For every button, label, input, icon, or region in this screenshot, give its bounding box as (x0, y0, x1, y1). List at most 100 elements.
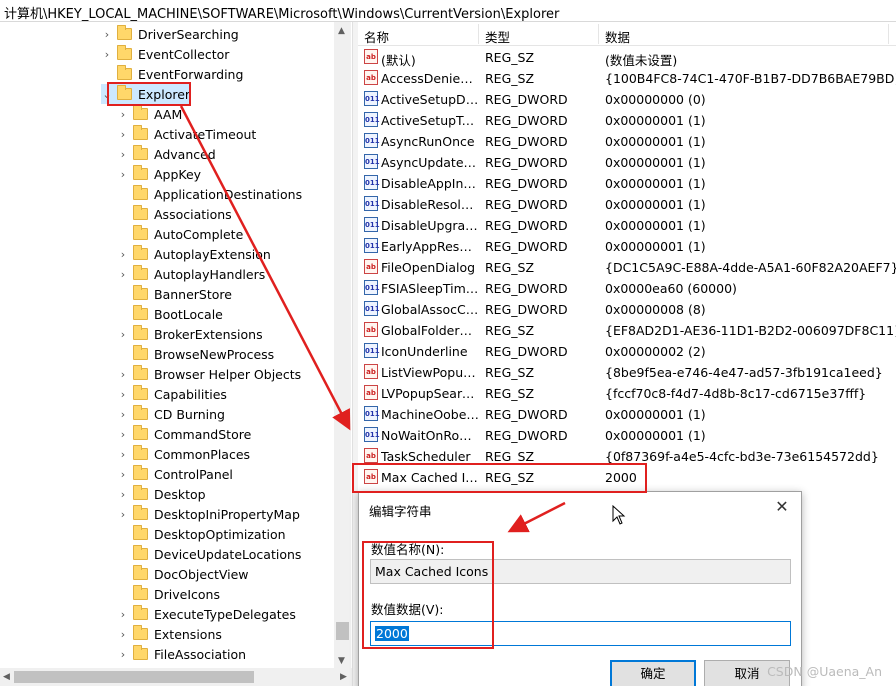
tree-item-child[interactable]: › Browser Helper Objects (117, 364, 301, 384)
table-row[interactable]: ab GlobalFolderS… REG_SZ {EF8AD2D1-AE36-11D… (358, 320, 896, 341)
table-row[interactable]: ab Max Cached Ic… REG_SZ 2000 (358, 467, 896, 488)
table-row[interactable]: ab AccessDenied… REG_SZ {100B4FC8-74C1-470F… (358, 68, 896, 89)
chevron-right-icon[interactable]: › (117, 268, 129, 281)
edit-string-dialog: 编辑字符串 ✕ 数值名称(N): Max Cached Icons 数值数据(V… (358, 491, 802, 686)
table-row[interactable]: 011 DisableUpgra… REG_DWORD 0x00000001 (1) (358, 215, 896, 236)
tree-item-child[interactable]: › AppKey (117, 164, 201, 184)
table-row[interactable]: ab (默认) REG_SZ (数值未设置) (358, 47, 896, 68)
tree-item-label: Explorer (138, 86, 191, 102)
tree-item-eventcollector[interactable]: › EventCollector (101, 44, 229, 64)
tree-item-child[interactable]: › AAM (117, 104, 182, 124)
tree-item-child[interactable]: › Extensions (117, 624, 222, 644)
tree-item-child[interactable]: › ActivateTimeout (117, 124, 256, 144)
tree-item-child[interactable]: ApplicationDestinations (117, 184, 302, 204)
chevron-right-icon[interactable]: › (117, 448, 129, 461)
value-name: GlobalFolderS… (381, 323, 479, 338)
chevron-right-icon[interactable]: › (117, 408, 129, 421)
chevron-right-icon[interactable]: › (101, 48, 113, 61)
chevron-right-icon[interactable]: › (117, 608, 129, 621)
tree-item-child[interactable]: › Capabilities (117, 384, 227, 404)
table-row[interactable]: ab FileOpenDialog REG_SZ {DC1C5A9C-E88A-4dd… (358, 257, 896, 278)
chevron-right-icon[interactable]: › (117, 388, 129, 401)
tree-item-child[interactable]: BannerStore (117, 284, 232, 304)
tree-vertical-scrollbar[interactable] (334, 22, 351, 668)
value-type: REG_SZ (485, 71, 535, 86)
chevron-down-icon[interactable]: ⌄ (101, 88, 113, 101)
value-name: FSIASleepTime… (381, 281, 479, 296)
table-row[interactable]: 011 MachineOobe… REG_DWORD 0x00000001 (1) (358, 404, 896, 425)
tree-item-child[interactable]: › CommandStore (117, 424, 251, 444)
column-header-name[interactable]: 名称 (364, 27, 389, 46)
address-bar[interactable]: 计算机\HKEY_LOCAL_MACHINE\SOFTWARE\Microsof… (0, 0, 896, 22)
chevron-right-icon[interactable]: › (117, 488, 129, 501)
tree-item-child[interactable]: DocObjectView (117, 564, 249, 584)
chevron-right-icon[interactable]: › (117, 368, 129, 381)
tree-item-child[interactable]: › AutoplayHandlers (117, 264, 265, 284)
tree-item-child[interactable]: › ExecuteTypeDelegates (117, 604, 296, 624)
tree-item-child[interactable]: › DesktopIniPropertyMap (117, 504, 300, 524)
value-name: TaskScheduler (381, 449, 471, 464)
tree-item-child[interactable]: › FileAssociation (117, 644, 246, 664)
value-name-field[interactable]: Max Cached Icons (370, 559, 791, 584)
table-row[interactable]: 011 GlobalAssocCh… REG_DWORD 0x00000008 (8) (358, 299, 896, 320)
chevron-right-icon[interactable]: › (117, 508, 129, 521)
tree-item-child[interactable]: DriveIcons (117, 584, 220, 604)
table-row[interactable]: 011 ActiveSetupTas… REG_DWORD 0x00000001 (1… (358, 110, 896, 131)
table-row[interactable]: ab LVPopupSearc… REG_SZ {fccf70c8-f4d7-4d8b… (358, 383, 896, 404)
chevron-right-icon[interactable]: › (117, 148, 129, 161)
column-header-data[interactable]: 数据 (605, 27, 630, 46)
value-name: ActiveSetupTas… (381, 113, 479, 128)
chevron-right-icon[interactable]: › (117, 628, 129, 641)
tree-item-child[interactable]: › AutoplayExtension (117, 244, 271, 264)
chevron-right-icon[interactable]: › (117, 108, 129, 121)
chevron-right-icon[interactable]: › (117, 168, 129, 181)
table-row[interactable]: ab TaskScheduler REG_SZ {0f87369f-a4e5-4cfc… (358, 446, 896, 467)
value-type: REG_SZ (485, 365, 535, 380)
chevron-right-icon[interactable]: › (117, 428, 129, 441)
tree-item-child[interactable]: Associations (117, 204, 232, 224)
table-row[interactable]: 011 FSIASleepTime… REG_DWORD 0x0000ea60 (60… (358, 278, 896, 299)
tree-item-explorer[interactable]: ⌄ Explorer (101, 84, 191, 104)
value-type: REG_DWORD (485, 344, 568, 359)
tree-item-child[interactable]: › ControlPanel (117, 464, 233, 484)
table-row[interactable]: 011 ActiveSetupDis… REG_DWORD 0x00000000 (0… (358, 89, 896, 110)
chevron-right-icon[interactable]: › (117, 248, 129, 261)
tree-item-child[interactable]: › Advanced (117, 144, 216, 164)
table-row[interactable]: 011 AsyncRunOnce REG_DWORD 0x00000001 (1) (358, 131, 896, 152)
column-header-type[interactable]: 类型 (485, 27, 510, 46)
tree-item-label: BrokerExtensions (154, 326, 263, 342)
tree-horizontal-scroll-thumb[interactable] (14, 671, 254, 683)
scroll-left-arrow-icon[interactable]: ◀ (3, 672, 10, 682)
tree-item-label: EventForwarding (138, 66, 244, 82)
tree-item-child[interactable]: › CommonPlaces (117, 444, 250, 464)
ok-button[interactable]: 确定 (610, 660, 696, 686)
chevron-right-icon[interactable]: › (117, 128, 129, 141)
chevron-right-icon[interactable]: › (117, 468, 129, 481)
tree-item-child[interactable]: › BrokerExtensions (117, 324, 263, 344)
tree-item-child[interactable]: BrowseNewProcess (117, 344, 274, 364)
tree-item-child[interactable]: BootLocale (117, 304, 223, 324)
tree-vertical-scroll-thumb[interactable] (336, 622, 349, 640)
tree-item-child[interactable]: DeviceUpdateLocations (117, 544, 301, 564)
table-row[interactable]: ab ListViewPopup… REG_SZ {8be9f5ea-e746-4e4… (358, 362, 896, 383)
table-row[interactable]: 011 DisableAppIns… REG_DWORD 0x00000001 (1) (358, 173, 896, 194)
value-data-field[interactable]: 2000 (370, 621, 791, 646)
table-row[interactable]: 011 AsyncUpdateP… REG_DWORD 0x00000001 (1) (358, 152, 896, 173)
tree-item-child[interactable]: DesktopOptimization (117, 524, 286, 544)
tree-item-child[interactable]: › Desktop (117, 484, 206, 504)
tree-item-child[interactable]: AutoComplete (117, 224, 243, 244)
table-row[interactable]: 011 DisableResolv… REG_DWORD 0x00000001 (1) (358, 194, 896, 215)
tree-item-driversearching[interactable]: › DriverSearching (101, 24, 239, 44)
chevron-right-icon[interactable]: › (117, 328, 129, 341)
scroll-up-arrow-icon[interactable]: ▲ (338, 26, 345, 36)
close-icon[interactable]: ✕ (771, 496, 793, 518)
scroll-down-arrow-icon[interactable]: ▼ (338, 656, 345, 666)
scroll-right-arrow-icon[interactable]: ▶ (340, 672, 347, 682)
chevron-right-icon[interactable]: › (117, 648, 129, 661)
table-row[interactable]: 011 NoWaitOnRoa… REG_DWORD 0x00000001 (1) (358, 425, 896, 446)
table-row[interactable]: 011 EarlyAppResol… REG_DWORD 0x00000001 (1) (358, 236, 896, 257)
table-row[interactable]: 011 IconUnderline REG_DWORD 0x00000002 (2) (358, 341, 896, 362)
tree-item-eventforwarding[interactable]: EventForwarding (101, 64, 243, 84)
chevron-right-icon[interactable]: › (101, 28, 113, 41)
tree-item-child[interactable]: › CD Burning (117, 404, 225, 424)
